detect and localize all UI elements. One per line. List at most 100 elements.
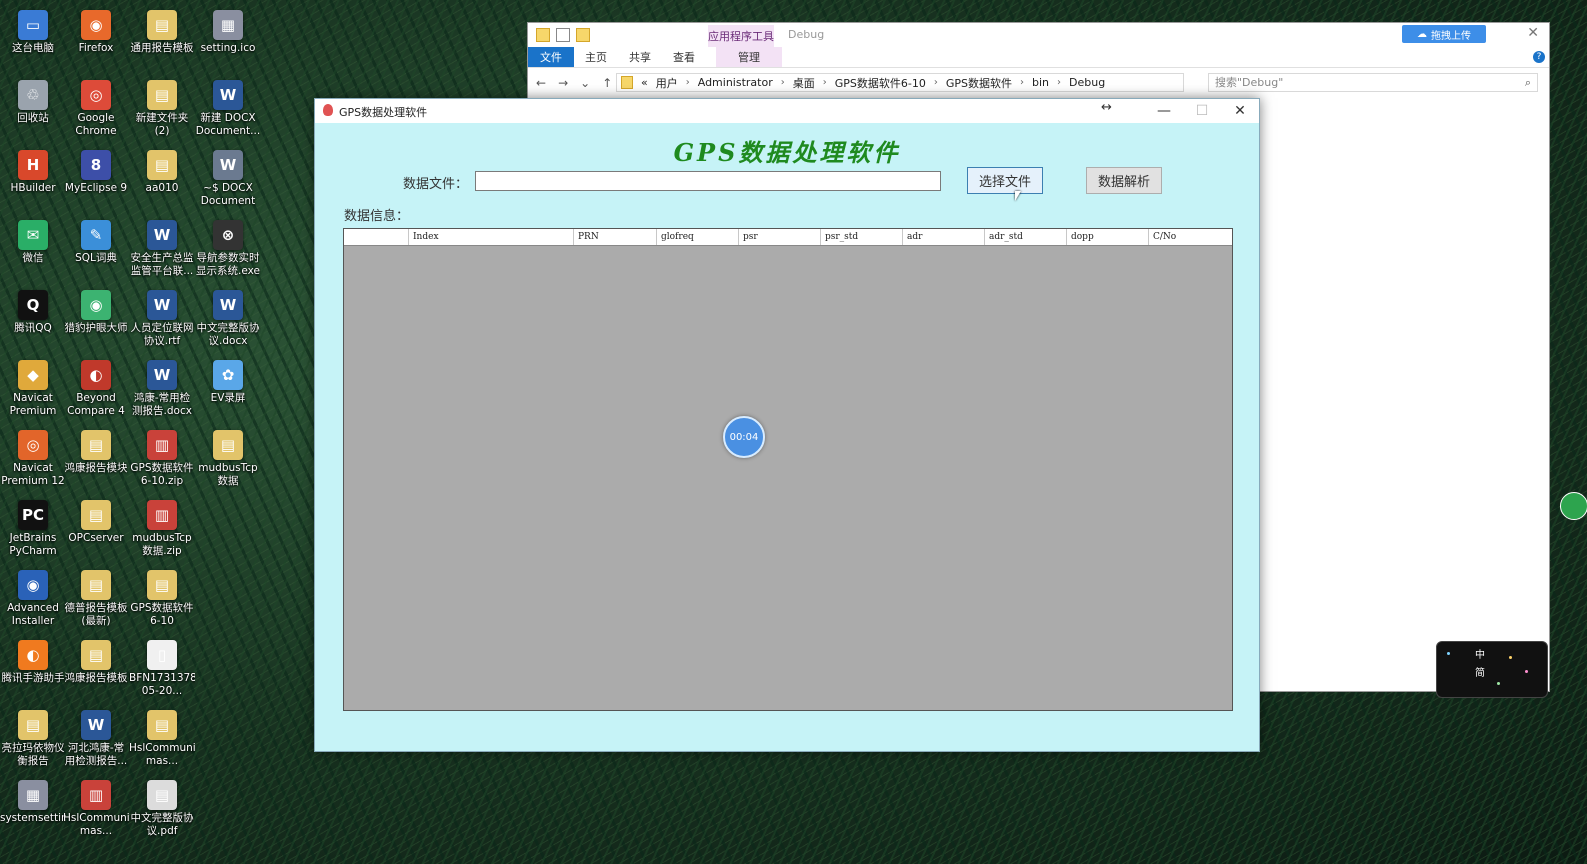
desktop-icon[interactable]: ▤ 德普报告模板 (最新) [63, 564, 129, 630]
breadcrumb-overflow[interactable]: « [641, 76, 648, 89]
breadcrumb-bin[interactable]: bin [1032, 76, 1049, 89]
column-header-dopp[interactable]: dopp [1067, 229, 1149, 245]
edge-widget-icon[interactable] [1560, 492, 1587, 520]
desktop-icon[interactable]: ▤ 鸿康报告模板 [63, 634, 129, 700]
desktop-icon[interactable]: W 人员定位联网 协议.rtf [129, 284, 195, 350]
desktop-icon[interactable]: ▯BFN17313785_11-05-20... [129, 634, 195, 700]
desktop-icon[interactable]: Q 腾讯QQ [0, 284, 66, 350]
desktop-icon[interactable]: PCJetBrains PyCharm Co... [0, 494, 66, 560]
desktop-icon[interactable]: W 河北鸿康-常 用检测报告... [63, 704, 129, 770]
desktop-icon[interactable]: ◐ Beyond Compare 4 [63, 354, 129, 420]
desktop-icon[interactable]: ▭ 这台电脑 [0, 4, 66, 70]
explorer-close-icon[interactable]: ✕ [1527, 25, 1539, 41]
column-header-adr-std[interactable]: adr_std [985, 229, 1067, 245]
breadcrumb-gps-6-10[interactable]: GPS数据软件6-10 [835, 75, 926, 91]
desktop-icon[interactable]: W 鸿康-常用检 测报告.docx [129, 354, 195, 420]
new-folder-icon[interactable] [576, 28, 590, 42]
desktop-icon[interactable]: ♲ 回收站 [0, 74, 66, 140]
breadcrumb-users[interactable]: 用户 [656, 75, 678, 91]
breadcrumb-gps[interactable]: GPS数据软件 [946, 75, 1012, 91]
parse-data-button[interactable]: 数据解析 [1086, 167, 1162, 194]
app-titlebar[interactable]: GPS数据处理软件 ↔ — ☐ ✕ [315, 99, 1259, 123]
help-icon[interactable]: ? [1533, 51, 1545, 63]
maximize-icon[interactable]: ☐ [1183, 99, 1221, 123]
breadcrumb-administrator[interactable]: Administrator [698, 76, 773, 89]
column-header-cno[interactable]: C/No [1149, 229, 1232, 245]
desktop-icon[interactable]: ✿ EV录屏 [195, 354, 261, 420]
tab-file[interactable]: 文件 [528, 47, 574, 67]
explorer-search-input[interactable]: 搜索"Debug" ⌕ [1208, 73, 1538, 92]
desktop-icon[interactable]: ▤ mudbusTcp 数据 [195, 424, 261, 490]
desktop-icon[interactable]: ▥HslCommunication-mas... [63, 774, 129, 840]
data-grid[interactable]: Index PRN glofreq psr psr_std adr adr_st… [343, 228, 1233, 711]
up-arrow-icon[interactable]: ↑ [602, 76, 612, 90]
desktop-icon-label: Beyond Compare 4 [67, 392, 125, 417]
ime-simplified-mode[interactable]: 简 [1475, 664, 1485, 679]
app-tools-tab[interactable]: 应用程序工具 [708, 25, 774, 47]
back-arrow-icon[interactable]: ← [536, 76, 546, 90]
desktop-app-icon: W [213, 80, 243, 110]
desktop-icon[interactable]: ◎ Google Chrome [63, 74, 129, 140]
desktop-icon[interactable]: ▤ aa010 [129, 144, 195, 210]
desktop-icon[interactable]: W~$ DOCX Document (2... [195, 144, 261, 210]
data-file-input[interactable] [475, 171, 941, 191]
desktop-icon[interactable]: ▤ GPS数据软件 6-10 [129, 564, 195, 630]
address-bar[interactable]: « 用户 › Administrator › 桌面 › GPS数据软件6-10 … [616, 73, 1184, 92]
column-header-prn[interactable]: PRN [574, 229, 657, 245]
desktop-icon[interactable]: ◉Advanced Installer 15.3 [0, 564, 66, 630]
breadcrumb-desktop[interactable]: 桌面 [793, 75, 815, 91]
minimize-icon[interactable]: — [1145, 99, 1183, 123]
chevron-right-icon: › [685, 77, 690, 88]
desktop-icon[interactable]: ◆ Navicat Premium [0, 354, 66, 420]
forward-arrow-icon[interactable]: → [558, 76, 568, 90]
select-file-button[interactable]: 选择文件 [967, 167, 1043, 194]
explorer-titlebar[interactable]: 应用程序工具 Debug ☁ 拖拽上传 ✕ [528, 23, 1549, 47]
desktop-icon[interactable]: ▥ GPS数据软件 6-10.zip [129, 424, 195, 490]
ime-chinese-mode[interactable]: 中 [1475, 646, 1485, 661]
desktop-icon[interactable]: 8 MyEclipse 9 [63, 144, 129, 210]
desktop-icon[interactable]: ▥ mudbusTcp 数据.zip [129, 494, 195, 560]
desktop-icon[interactable]: ◉ Firefox [63, 4, 129, 70]
properties-icon[interactable] [556, 28, 570, 42]
desktop-icon-label: ~$ DOCX Document (2... [200, 182, 256, 207]
desktop-icon[interactable]: ▤ OPCserver [63, 494, 129, 560]
desktop-icon[interactable]: ▤ 通用报告模板 [129, 4, 195, 70]
desktop-icon[interactable]: ◎ Navicat Premium 12 [0, 424, 66, 490]
column-header-row-selector[interactable] [344, 229, 409, 245]
ime-widget[interactable]: 中 简 [1436, 641, 1548, 698]
desktop-icon[interactable]: ◉ 猎豹护眼大师 [63, 284, 129, 350]
desktop-icon[interactable]: ⊗ 导航参数实时 显示系统.exe [195, 214, 261, 280]
recent-chevron-icon[interactable]: ⌄ [580, 76, 590, 90]
recording-timer: 00:04 [723, 416, 765, 458]
gps-app-window[interactable]: GPS数据处理软件 ↔ — ☐ ✕ GPS数据处理软件 数据文件： 选择文件 数… [314, 98, 1260, 752]
column-header-glofreq[interactable]: glofreq [657, 229, 739, 245]
desktop-icon[interactable]: ▤HslCommunication-mas... [129, 704, 195, 770]
close-icon[interactable]: ✕ [1221, 99, 1259, 123]
desktop-icon[interactable]: ▤ 亮拉玛依物仪 衡报告 [0, 704, 66, 770]
column-header-adr[interactable]: adr [903, 229, 985, 245]
desktop-app-icon: ▤ [147, 780, 177, 810]
folder-icon[interactable] [536, 28, 550, 42]
desktop-icon[interactable]: ▤ 鸿康报告模块 [63, 424, 129, 490]
desktop-icon[interactable]: ✉ 微信 [0, 214, 66, 280]
tab-view[interactable]: 查看 [662, 47, 706, 67]
desktop-icon[interactable]: ▤ 中文完整版协 议.pdf [129, 774, 195, 840]
breadcrumb-debug[interactable]: Debug [1069, 76, 1105, 89]
desktop-icon[interactable]: ▦ systemsetting.png [0, 774, 66, 840]
desktop-icon[interactable]: ▤ 新建文件夹 (2) [129, 74, 195, 140]
desktop-icon[interactable]: ✎ SQL词典 [63, 214, 129, 280]
desktop-icon[interactable]: W 中文完整版协 议.docx [195, 284, 261, 350]
desktop-icon[interactable]: ◐ 腾讯手游助手 [0, 634, 66, 700]
column-header-psr[interactable]: psr [739, 229, 821, 245]
column-header-psr-std[interactable]: psr_std [821, 229, 903, 245]
tab-home[interactable]: 主页 [574, 47, 618, 67]
desktop-icon[interactable]: H HBuilder [0, 144, 66, 210]
column-header-index[interactable]: Index [409, 229, 574, 245]
desktop-icon[interactable]: W 新建 DOCX Document... [195, 74, 261, 140]
desktop-app-icon: Q [18, 290, 48, 320]
tab-share[interactable]: 共享 [618, 47, 662, 67]
desktop-icon[interactable]: W 安全生产总监 监管平台联... [129, 214, 195, 280]
tab-manage[interactable]: 管理 [716, 47, 782, 67]
cloud-upload-button[interactable]: ☁ 拖拽上传 [1402, 25, 1486, 43]
desktop-icon[interactable]: ▦ setting.ico [195, 4, 261, 70]
